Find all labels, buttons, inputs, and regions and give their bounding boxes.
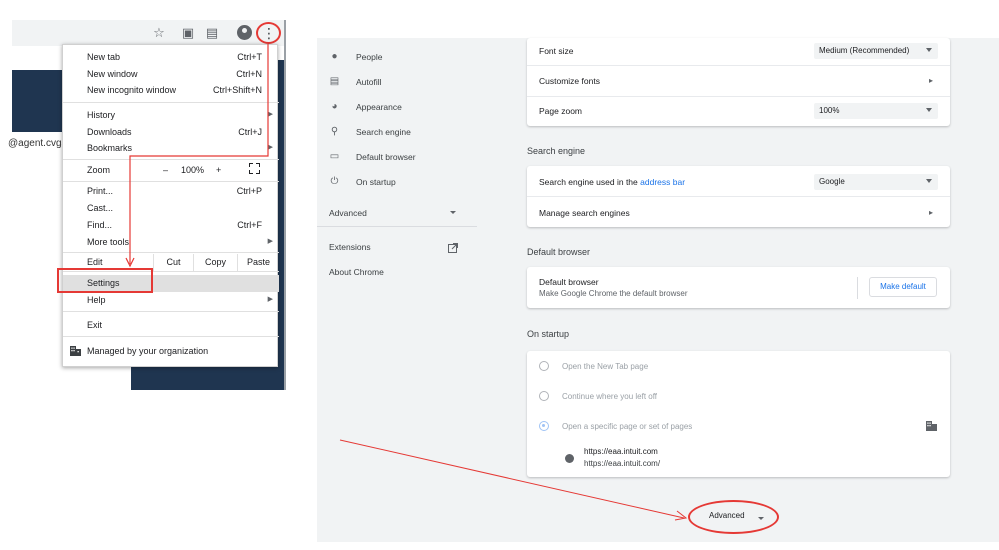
menu-item-managed[interactable]: Managed by your organization (63, 343, 279, 360)
chevron-right-icon: ▶ (267, 238, 273, 245)
font-size-select[interactable]: Medium (Recommended) (814, 43, 938, 59)
radio-specific-pages[interactable] (539, 421, 549, 431)
globe-icon (565, 454, 574, 463)
menu-item-zoom: Zoom – 100% + (63, 162, 279, 179)
menu-item-bookmarks[interactable]: Bookmarks ▶ (63, 140, 279, 157)
nav-on-startup[interactable]: ⏻ On startup (317, 171, 477, 193)
dropdown-arrow-icon (926, 108, 932, 112)
menu-item-new-tab[interactable]: New tab Ctrl+T (63, 49, 279, 66)
menu-item-print[interactable]: Print... Ctrl+P (63, 183, 279, 200)
zoom-level: 100% (181, 165, 205, 175)
nav-appearance[interactable]: ◕ Appearance (317, 96, 477, 118)
browser-window-icon: ▭ (329, 151, 340, 162)
chevron-right-icon: ▸ (928, 208, 933, 217)
chevron-right-icon: ▶ (267, 111, 273, 118)
menu-divider (63, 159, 279, 160)
menu-item-exit[interactable]: Exit (63, 317, 279, 334)
person-icon: ● (331, 51, 338, 62)
search-engine-card: Search engine used in the address bar Go… (527, 166, 950, 227)
menu-item-more-tools[interactable]: More tools ▶ (63, 234, 279, 251)
menu-item-find[interactable]: Find... Ctrl+F (63, 217, 279, 234)
menu-divider (63, 102, 279, 103)
menu-divider (63, 311, 279, 312)
default-browser-heading: Default browser (527, 247, 591, 257)
nav-divider (317, 226, 477, 227)
annotation-circle-advanced (688, 500, 779, 534)
menu-item-help[interactable]: Help ▶ (63, 292, 279, 309)
copy-button[interactable]: Copy (193, 254, 237, 271)
email-fragment: @agent.cvgs. (8, 138, 70, 149)
chrome-menu-screenshot: ☆ ▣ ▤ ⋮ @agent.cvgs. New tab Ctrl+T New … (0, 0, 290, 392)
radio-label: Continue where you left off (562, 392, 658, 401)
search-engine-label: Search engine used in the address bar (539, 177, 686, 187)
startup-page-title: https://eaa.intuit.com (584, 447, 658, 456)
annotation-box-settings (57, 268, 153, 293)
building-icon (926, 421, 937, 431)
customize-fonts-row[interactable]: Customize fonts ▸ (527, 66, 950, 96)
chrome-main-menu: New tab Ctrl+T New window Ctrl+N New inc… (62, 44, 279, 367)
building-icon (70, 346, 81, 356)
fullscreen-icon[interactable] (249, 163, 260, 174)
power-icon: ⏻ (330, 176, 339, 187)
nav-advanced[interactable]: Advanced (317, 202, 477, 224)
nav-search-engine[interactable]: ⚲ Search engine (317, 121, 477, 143)
annotation-circle-menu (256, 22, 281, 44)
search-engine-heading: Search engine (527, 146, 586, 156)
dropdown-arrow-icon (926, 48, 932, 52)
nav-people[interactable]: ● People (317, 46, 477, 68)
font-size-row: Font size Medium (Recommended) (527, 38, 950, 64)
on-startup-card: Open the New Tab page Continue where you… (527, 351, 950, 477)
radio-label: Open a specific page or set of pages (562, 422, 693, 431)
profile-avatar-icon[interactable] (237, 25, 252, 40)
nav-about-chrome[interactable]: About Chrome (329, 267, 384, 277)
open-in-new-icon[interactable] (448, 240, 458, 253)
menu-divider (63, 181, 279, 182)
paste-button[interactable]: Paste (237, 254, 279, 271)
radio-continue[interactable] (539, 391, 549, 401)
window-edge (284, 20, 286, 390)
chrome-settings-page: ● People ▤ Autofill ◕ Appearance ⚲ Searc… (317, 38, 999, 542)
nav-extensions[interactable]: Extensions (329, 242, 371, 252)
manage-search-engines-row[interactable]: Manage search engines ▸ (527, 197, 950, 227)
clipboard-icon: ▤ (329, 76, 340, 87)
star-icon[interactable]: ☆ (149, 22, 169, 44)
radio-label: Open the New Tab page (562, 362, 649, 371)
palette-icon: ◕ (331, 101, 338, 112)
search-engine-select[interactable]: Google (814, 174, 938, 190)
search-icon: ⚲ (330, 126, 339, 137)
extension-icon[interactable]: ▣ (178, 22, 198, 44)
chevron-right-icon: ▶ (267, 296, 273, 303)
chevron-right-icon: ▶ (267, 144, 273, 151)
page-zoom-select[interactable]: 100% (814, 103, 938, 119)
menu-divider (63, 252, 279, 253)
address-bar-link[interactable]: address bar (640, 177, 685, 187)
appearance-card: Font size Medium (Recommended) Customize… (527, 38, 950, 126)
nav-autofill[interactable]: ▤ Autofill (317, 71, 477, 93)
menu-divider (63, 336, 279, 337)
startup-page-url: https://eaa.intuit.com/ (584, 459, 661, 468)
nav-default-browser[interactable]: ▭ Default browser (317, 146, 477, 168)
zoom-out-button[interactable]: – (163, 165, 168, 175)
cut-button[interactable]: Cut (153, 254, 193, 271)
menu-item-new-window[interactable]: New window Ctrl+N (63, 66, 279, 83)
page-zoom-row: Page zoom 100% (527, 97, 950, 126)
search-engine-row: Search engine used in the address bar Go… (527, 166, 950, 196)
reader-icon[interactable]: ▤ (202, 22, 222, 44)
menu-item-cast[interactable]: Cast... (63, 200, 279, 217)
make-default-button[interactable]: Make default (869, 277, 937, 297)
zoom-in-button[interactable]: + (216, 165, 221, 175)
on-startup-heading: On startup (527, 329, 570, 339)
menu-item-downloads[interactable]: Downloads Ctrl+J (63, 124, 279, 141)
background-page-block (12, 70, 62, 132)
chevron-right-icon: ▸ (928, 76, 933, 85)
vertical-divider (857, 277, 858, 299)
menu-item-history[interactable]: History ▶ (63, 107, 279, 124)
chevron-down-icon (450, 211, 456, 214)
default-browser-card: Default browser Make Google Chrome the d… (527, 267, 950, 308)
dropdown-arrow-icon (926, 179, 932, 183)
radio-new-tab[interactable] (539, 361, 549, 371)
menu-item-new-incognito[interactable]: New incognito window Ctrl+Shift+N (63, 82, 279, 99)
